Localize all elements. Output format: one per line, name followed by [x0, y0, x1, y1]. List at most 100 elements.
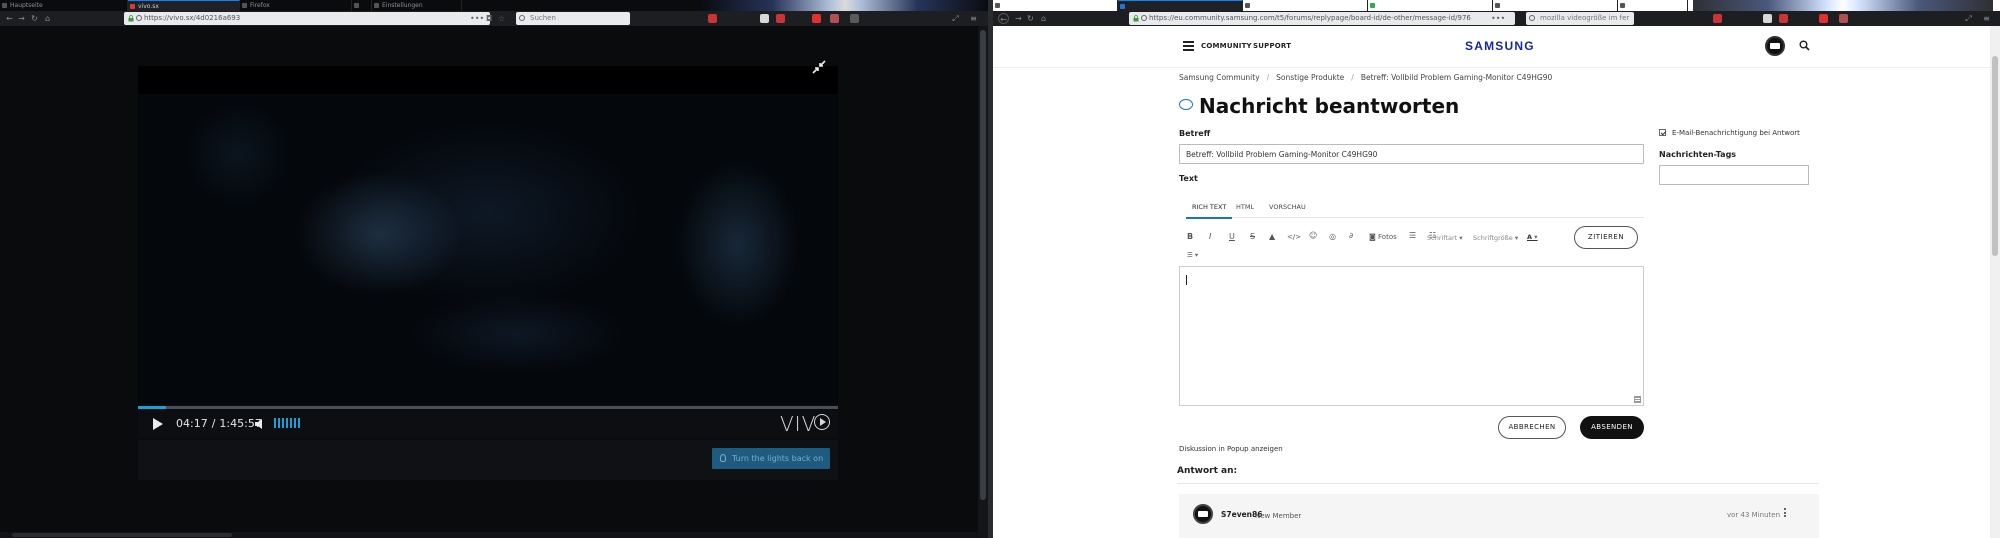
photos-button[interactable]: ◙ Fotos: [1369, 232, 1397, 242]
link-icon[interactable]: ∂: [1349, 231, 1353, 241]
scrollbar-thumb[interactable]: [1992, 56, 1998, 256]
reload-icon[interactable]: ↻: [29, 13, 40, 24]
right-url-bar[interactable]: https://eu.community.samsung.com/t5/foru…: [1129, 12, 1515, 25]
play-icon[interactable]: [152, 417, 164, 431]
hamburger-menu-icon[interactable]: [1183, 41, 1194, 51]
home-icon[interactable]: ⌂: [42, 13, 53, 24]
underline-button[interactable]: U: [1229, 232, 1235, 242]
addon-red-icon[interactable]: [708, 14, 717, 23]
tab-5[interactable]: [1493, 0, 1618, 11]
youtube-icon[interactable]: [1819, 14, 1828, 23]
lights-button[interactable]: Turn the lights back on: [712, 448, 830, 469]
font-dropdown[interactable]: Schriftart: [1427, 233, 1463, 243]
popup-link[interactable]: Diskussion in Popup anzeigen: [1179, 444, 1283, 454]
tab-1[interactable]: [993, 0, 1118, 11]
left-search-bar[interactable]: Suchen: [516, 12, 630, 25]
addon-white-icon[interactable]: [1763, 14, 1772, 23]
more-options-icon[interactable]: [1783, 508, 1787, 520]
nav-support[interactable]: SUPPORT: [1253, 41, 1291, 51]
tab-preview[interactable]: VORSCHAU: [1269, 202, 1306, 217]
spoiler-icon[interactable]: ◎: [1329, 232, 1336, 242]
info-icon[interactable]: [1141, 15, 1147, 21]
scrollbar-thumb[interactable]: [980, 30, 986, 500]
fullscreen-icon[interactable]: ⤢: [1963, 13, 1974, 24]
quote-button[interactable]: ZITIEREN: [1574, 226, 1638, 249]
message-editor[interactable]: [1179, 266, 1644, 406]
reply-timestamp: vor 43 Minuten: [1727, 511, 1781, 519]
fullscreen-icon[interactable]: ⤢: [950, 13, 961, 24]
forward-icon[interactable]: →: [1013, 13, 1024, 24]
volume-icon[interactable]: [254, 418, 266, 430]
left-url-bar[interactable]: https://vivo.sx/4d0216a693: [124, 12, 490, 25]
tab-untitled[interactable]: [352, 0, 372, 11]
submit-button[interactable]: ABSENDEN: [1580, 416, 1644, 439]
addon-stop-icon[interactable]: [1779, 14, 1788, 23]
tab-vivo[interactable]: vivo.sx: [128, 0, 240, 11]
addon-stop-icon[interactable]: [776, 14, 785, 23]
text-color-dropdown[interactable]: A: [1527, 232, 1538, 242]
reply-card: S7even86 New Member vor 43 Minuten: [1179, 494, 1819, 538]
avatar[interactable]: [1193, 504, 1213, 524]
samsung-logo[interactable]: SAMSUNG: [1465, 38, 1535, 54]
tab-einstellungen[interactable]: Einstellungen: [372, 0, 462, 11]
resize-handle-icon[interactable]: [1634, 396, 1641, 403]
search-icon[interactable]: [1799, 40, 1810, 51]
tab-3[interactable]: [1243, 0, 1368, 11]
font-size-dropdown[interactable]: Schriftgröße: [1473, 233, 1518, 243]
warning-icon[interactable]: ▲: [1269, 232, 1275, 242]
pocket-icon[interactable]: ◘: [486, 12, 492, 25]
strikethrough-button[interactable]: S: [1250, 232, 1255, 242]
right-search-bar[interactable]: mozilla videogröße im fer: [1526, 12, 1634, 25]
addon-gray-icon[interactable]: [850, 14, 859, 23]
code-icon[interactable]: </>: [1287, 232, 1301, 242]
info-icon[interactable]: [136, 15, 142, 21]
paragraph-dropdown[interactable]: ☰: [1187, 250, 1198, 260]
tags-field[interactable]: [1659, 165, 1809, 185]
tab-hauptseite[interactable]: Hauptseite: [0, 0, 128, 11]
tab-html[interactable]: HTML: [1236, 202, 1254, 217]
breadcrumb-item[interactable]: Samsung Community: [1179, 73, 1260, 82]
menu-icon[interactable]: ≡: [1981, 13, 1992, 24]
menu-icon[interactable]: ≡: [968, 13, 979, 24]
user-avatar[interactable]: [1765, 36, 1785, 56]
italic-button[interactable]: I: [1209, 232, 1211, 242]
left-horizontal-scrollbar[interactable]: [0, 532, 978, 538]
email-notification-option[interactable]: E-Mail-Benachrichtigung bei Antwort: [1659, 128, 1800, 138]
tab-2[interactable]: [1118, 0, 1243, 11]
back-icon[interactable]: ←: [998, 13, 1009, 24]
tab-6[interactable]: [1618, 0, 1688, 11]
video-frame[interactable]: [138, 94, 838, 404]
youtube-icon[interactable]: [812, 14, 821, 23]
left-vertical-scrollbar[interactable]: [978, 26, 988, 538]
breadcrumb-item[interactable]: Sonstige Produkte: [1276, 73, 1344, 82]
page-actions-icon[interactable]: •••: [1491, 12, 1505, 25]
nav-community[interactable]: COMMUNITY: [1201, 41, 1252, 51]
scrollbar-thumb[interactable]: [12, 533, 232, 537]
emoji-icon[interactable]: ☺: [1309, 231, 1317, 241]
email-notification-checkbox[interactable]: [1659, 129, 1666, 136]
page-actions-icon[interactable]: •••: [470, 12, 484, 25]
forward-icon[interactable]: →: [16, 13, 27, 24]
bookmark-star-icon[interactable]: ☆: [498, 12, 505, 25]
video-player[interactable]: [138, 66, 838, 404]
volume-slider[interactable]: [274, 418, 314, 430]
tab-4[interactable]: [1368, 0, 1493, 11]
exit-fullscreen-icon[interactable]: [812, 60, 826, 74]
breadcrumb-item[interactable]: Betreff: Vollbild Problem Gaming-Monitor…: [1361, 73, 1552, 82]
addon-white-icon[interactable]: [760, 14, 769, 23]
bold-button[interactable]: B: [1187, 232, 1193, 242]
back-icon[interactable]: ←: [4, 13, 15, 24]
numbered-list-icon[interactable]: ☰: [1409, 231, 1416, 241]
seek-bar[interactable]: [138, 406, 838, 409]
tab-rich-text[interactable]: RICH TEXT: [1186, 202, 1233, 219]
right-vertical-scrollbar[interactable]: [1990, 26, 2000, 538]
subject-field[interactable]: [1179, 144, 1644, 164]
tab-firefox[interactable]: Firefox: [240, 0, 352, 11]
addon-icon[interactable]: [1839, 14, 1848, 23]
addon-icon[interactable]: [830, 14, 839, 23]
cancel-button[interactable]: ABBRECHEN: [1498, 416, 1566, 439]
lights-button-label: Turn the lights back on: [732, 454, 824, 463]
reload-icon[interactable]: ↻: [1025, 13, 1036, 24]
addon-red-icon[interactable]: [1713, 14, 1722, 23]
home-icon[interactable]: ⌂: [1038, 13, 1049, 24]
